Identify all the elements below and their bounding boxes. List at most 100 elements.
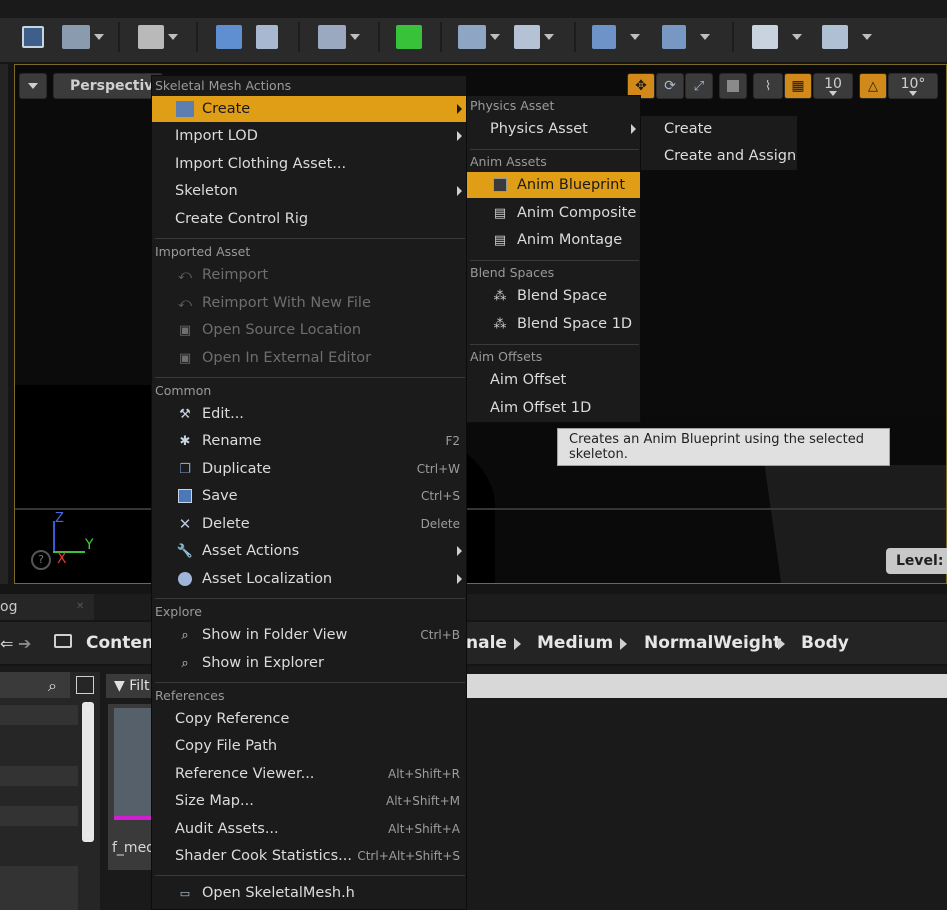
menu-item-import-clothing[interactable]: Import Clothing Asset...: [152, 151, 466, 177]
asset-tile[interactable]: f_med: [108, 704, 155, 870]
menu-item-anim-blueprint[interactable]: Anim Blueprint: [467, 172, 640, 198]
menu-item-copy-file-path[interactable]: Copy File Path: [152, 733, 466, 759]
anim-montage-icon: ▤: [493, 232, 507, 248]
menu-item-size-map[interactable]: Size Map... Alt+Shift+M: [152, 788, 466, 814]
source-control-button[interactable]: [62, 22, 104, 52]
save-button[interactable]: [22, 22, 44, 52]
menu-item-physics-create[interactable]: Create: [641, 116, 797, 142]
view-options-icon[interactable]: [76, 676, 94, 694]
chevron-right-icon[interactable]: [620, 638, 627, 650]
blueprints-button[interactable]: [458, 22, 500, 52]
menu-item-rename[interactable]: ✱ Rename F2: [152, 428, 466, 454]
search-icon[interactable]: ⌕: [48, 676, 57, 696]
menu-item-audit-assets[interactable]: Audit Assets... Alt+Shift+A: [152, 816, 466, 842]
forward-arrow-icon[interactable]: ➔: [18, 634, 31, 653]
modes-button[interactable]: [138, 22, 178, 52]
breadcrumb-item[interactable]: Body: [801, 633, 849, 653]
chevron-right-icon[interactable]: [778, 638, 785, 650]
menu-item-skeleton[interactable]: Skeleton: [152, 178, 466, 204]
menu-item-save[interactable]: Save Ctrl+S: [152, 483, 466, 509]
source-control-icon: [62, 25, 90, 49]
menu-item-open-external-editor[interactable]: ▣ Open In External Editor: [152, 345, 466, 371]
play-button[interactable]: [752, 22, 802, 52]
coordinate-space-button[interactable]: [719, 73, 747, 99]
help-icon[interactable]: ?: [31, 550, 51, 570]
folder-row[interactable]: [0, 766, 78, 786]
rotate-mode-button[interactable]: ⟳: [656, 73, 684, 99]
menu-item-asset-localization[interactable]: Asset Localization: [152, 566, 466, 592]
compile-icon: [662, 25, 686, 49]
menu-item-create[interactable]: Create: [152, 96, 466, 122]
menu-item-anim-composite[interactable]: ▤ Anim Composite: [467, 200, 640, 226]
sources-scrollbar[interactable]: [82, 702, 94, 842]
content-icon: [216, 25, 242, 49]
folder-row[interactable]: [0, 705, 78, 725]
menu-item-edit[interactable]: ⚒ Edit...: [152, 401, 466, 427]
folder-row[interactable]: [0, 866, 78, 910]
rotation-size-dropdown[interactable]: 10°: [888, 73, 938, 99]
launch-button[interactable]: [822, 22, 872, 52]
menu-item-physics-asset[interactable]: Physics Asset: [467, 116, 640, 142]
build-button[interactable]: [592, 22, 640, 52]
chevron-down-icon: [792, 34, 802, 40]
breadcrumb-item[interactable]: NormalWeight: [644, 633, 781, 653]
chevron-right-icon: [457, 104, 462, 114]
grid-size-dropdown[interactable]: 10: [813, 73, 853, 99]
scale-mode-button[interactable]: ⤢: [685, 73, 713, 99]
settings-button[interactable]: [318, 22, 360, 52]
menu-item-asset-actions[interactable]: 🔧 Asset Actions: [152, 538, 466, 564]
title-strip: [0, 0, 947, 18]
reimport-icon: ⤺: [178, 295, 192, 311]
folder-row[interactable]: [0, 806, 78, 826]
filter-icon: ▼: [114, 678, 125, 694]
menu-item-reference-viewer[interactable]: Reference Viewer... Alt+Shift+R: [152, 761, 466, 787]
menu-item-delete[interactable]: ✕ Delete Delete: [152, 511, 466, 537]
menu-item-shader-cook-stats[interactable]: Shader Cook Statistics... Ctrl+Alt+Shift…: [152, 843, 466, 869]
breadcrumb-item[interactable]: Medium: [537, 633, 613, 653]
cinematics-button[interactable]: [514, 22, 554, 52]
modes-icon: [138, 25, 164, 49]
move-icon: ✥: [635, 78, 647, 94]
menu-item-reimport[interactable]: ⤺ Reimport: [152, 262, 466, 288]
menu-item-duplicate[interactable]: ❐ Duplicate Ctrl+W: [152, 456, 466, 482]
marketplace-button[interactable]: [256, 22, 278, 52]
menu-item-open-header[interactable]: ▭ Open SkeletalMesh.h: [152, 880, 466, 906]
menu-item-show-folder-view[interactable]: ⌕ Show in Folder View Ctrl+B: [152, 622, 466, 648]
menu-item-physics-create-assign[interactable]: Create and Assign: [641, 143, 797, 169]
chevron-down-icon: [700, 34, 710, 40]
close-icon[interactable]: ✕: [76, 594, 84, 620]
hammer-icon: ⚒: [179, 406, 191, 422]
menu-item-open-source-location[interactable]: ▣ Open Source Location: [152, 317, 466, 343]
menu-item-aim-offset-1d[interactable]: Aim Offset 1D: [467, 395, 640, 421]
save-icon: [22, 26, 44, 48]
surface-snap-button[interactable]: ⌇: [753, 73, 783, 99]
perspective-button[interactable]: Perspective: [53, 73, 163, 99]
megascans-button[interactable]: [396, 22, 422, 52]
compile-button[interactable]: [662, 22, 710, 52]
sources-search-input[interactable]: [0, 672, 70, 698]
breadcrumb-item[interactable]: nale: [466, 633, 507, 653]
chevron-right-icon[interactable]: [514, 638, 521, 650]
menu-item-reimport-new-file[interactable]: ⤺ Reimport With New File: [152, 290, 466, 316]
shortcut: F2: [445, 434, 460, 448]
menu-item-blend-space[interactable]: ⁂ Blend Space: [467, 283, 640, 309]
menu-item-import-lod[interactable]: Import LOD: [152, 123, 466, 149]
asset-search-bar[interactable]: [466, 674, 947, 698]
menu-item-blend-space-1d[interactable]: ⁂ Blend Space 1D: [467, 311, 640, 337]
content-button[interactable]: [216, 22, 242, 52]
output-log-tab[interactable]: og ✕: [0, 594, 94, 620]
duplicate-icon: ❐: [179, 461, 191, 477]
folder-open-icon: ▣: [178, 322, 192, 338]
viewport-options-button[interactable]: [19, 73, 47, 99]
rotate-icon: ⟳: [664, 78, 676, 94]
menu-item-create-control-rig[interactable]: Create Control Rig: [152, 206, 466, 232]
filters-button[interactable]: ▼ Filt: [106, 674, 154, 698]
rotation-snap-button[interactable]: △: [859, 73, 887, 99]
menu-item-show-explorer[interactable]: ⌕ Show in Explorer: [152, 650, 466, 676]
cinematics-icon: [514, 25, 540, 49]
back-arrow-icon[interactable]: ⇐: [0, 634, 13, 653]
menu-item-copy-reference[interactable]: Copy Reference: [152, 706, 466, 732]
menu-item-aim-offset[interactable]: Aim Offset: [467, 367, 640, 393]
grid-snap-button[interactable]: ▦: [784, 73, 812, 99]
menu-item-anim-montage[interactable]: ▤ Anim Montage: [467, 227, 640, 253]
